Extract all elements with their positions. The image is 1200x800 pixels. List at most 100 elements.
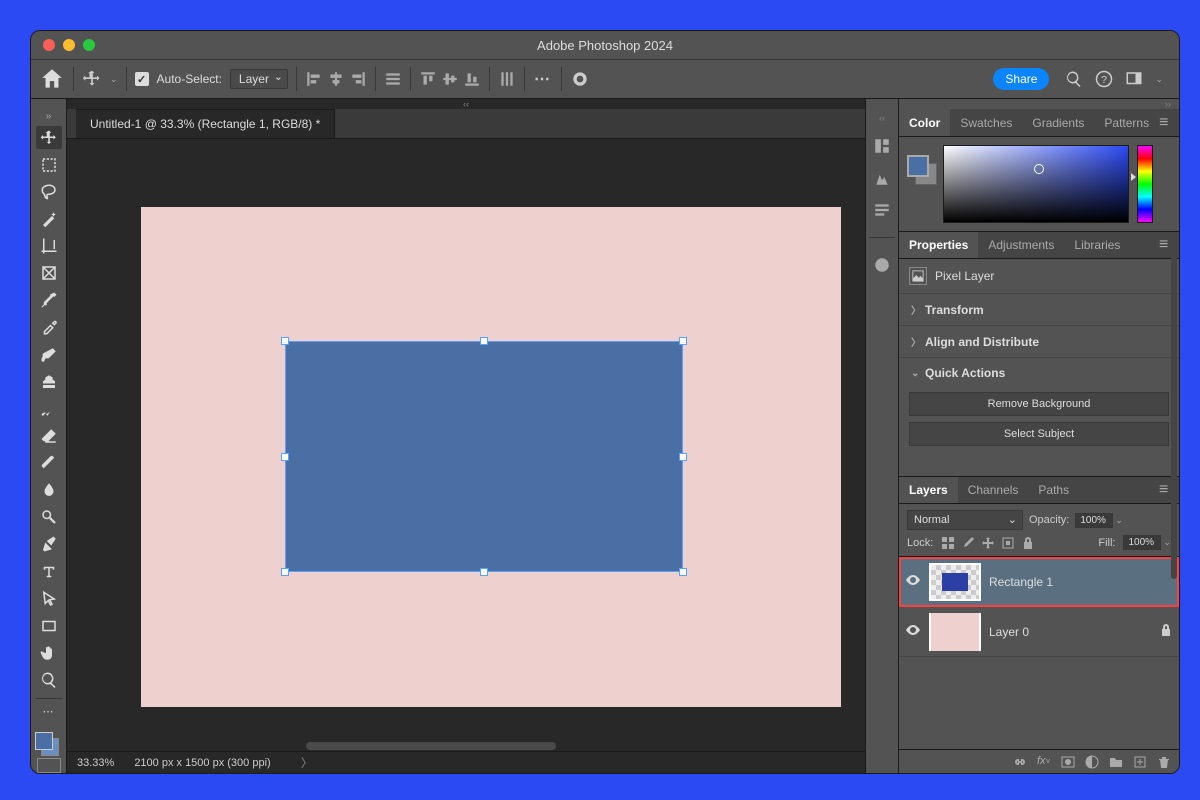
tab-swatches[interactable]: Swatches bbox=[950, 109, 1022, 136]
type-tool[interactable] bbox=[36, 560, 62, 583]
more-options-icon[interactable]: ⋯ bbox=[533, 69, 553, 89]
fill-field[interactable]: 100% bbox=[1123, 535, 1161, 550]
lock-paint-icon[interactable] bbox=[961, 536, 975, 550]
hue-pointer[interactable] bbox=[1131, 173, 1136, 181]
marquee-tool[interactable] bbox=[36, 153, 62, 176]
toolbar-expand[interactable]: » bbox=[31, 111, 67, 122]
color-panel-swatches[interactable] bbox=[907, 155, 935, 183]
align-hcenter-icon[interactable] bbox=[327, 70, 345, 88]
workspace-caret[interactable]: ⌄ bbox=[1155, 74, 1163, 85]
move-tool-icon[interactable] bbox=[82, 69, 102, 89]
distribute-v-icon[interactable] bbox=[498, 70, 516, 88]
quick-mask-toggle[interactable] bbox=[37, 758, 61, 772]
gradient-tool[interactable] bbox=[36, 452, 62, 475]
clone-stamp-tool[interactable] bbox=[36, 370, 62, 393]
collapsed-panel-2-icon[interactable] bbox=[873, 169, 891, 187]
move-tool[interactable] bbox=[36, 126, 62, 149]
healing-brush-tool[interactable] bbox=[36, 316, 62, 339]
color-cursor[interactable] bbox=[1034, 164, 1044, 174]
path-selection-tool[interactable] bbox=[36, 587, 62, 610]
share-button[interactable]: Share bbox=[993, 68, 1049, 90]
layer-row-layer-0[interactable]: Layer 0 bbox=[899, 607, 1179, 657]
align-vcenter-icon[interactable] bbox=[441, 70, 459, 88]
layer-name[interactable]: Rectangle 1 bbox=[989, 575, 1053, 589]
resize-handle-tl[interactable] bbox=[281, 337, 289, 345]
resize-handle-tr[interactable] bbox=[679, 337, 687, 345]
align-left-icon[interactable] bbox=[305, 70, 323, 88]
selected-rectangle[interactable] bbox=[285, 341, 683, 572]
resize-handle-br[interactable] bbox=[679, 568, 687, 576]
layer-thumbnail[interactable] bbox=[929, 563, 981, 601]
distribute-icon[interactable] bbox=[384, 70, 402, 88]
layer-thumbnail[interactable] bbox=[929, 613, 981, 651]
adjustment-layer-icon[interactable] bbox=[1085, 755, 1099, 769]
brush-tool[interactable] bbox=[36, 343, 62, 366]
resize-handle-bl[interactable] bbox=[281, 568, 289, 576]
auto-select-dropdown[interactable]: Layer bbox=[230, 69, 288, 89]
link-layers-icon[interactable] bbox=[1013, 755, 1027, 769]
history-brush-tool[interactable] bbox=[36, 397, 62, 420]
collapsed-panel-3-icon[interactable] bbox=[873, 201, 891, 219]
tab-layers[interactable]: Layers bbox=[899, 477, 958, 503]
hand-tool[interactable] bbox=[36, 641, 62, 664]
collapsed-panel-1-icon[interactable] bbox=[873, 137, 891, 155]
tab-properties[interactable]: Properties bbox=[899, 232, 978, 258]
collapsed-panel-4-icon[interactable] bbox=[873, 256, 891, 274]
tool-preset-caret[interactable]: ⌄ bbox=[110, 74, 118, 85]
zoom-tool[interactable] bbox=[36, 669, 62, 692]
blur-tool[interactable] bbox=[36, 479, 62, 502]
eyedropper-tool[interactable] bbox=[36, 289, 62, 312]
delete-layer-icon[interactable] bbox=[1157, 755, 1171, 769]
align-top-icon[interactable] bbox=[419, 70, 437, 88]
document-tab[interactable]: Untitled-1 @ 33.3% (Rectangle 1, RGB/8) … bbox=[76, 109, 335, 138]
home-button[interactable] bbox=[39, 68, 65, 90]
resize-handle-ml[interactable] bbox=[281, 453, 289, 461]
auto-select-checkbox[interactable]: ✓ bbox=[135, 72, 149, 86]
transform-section[interactable]: 〉Transform bbox=[899, 293, 1179, 325]
tab-channels[interactable]: Channels bbox=[958, 477, 1029, 503]
crop-tool[interactable] bbox=[36, 235, 62, 258]
tab-paths[interactable]: Paths bbox=[1028, 477, 1079, 503]
visibility-toggle[interactable] bbox=[905, 572, 921, 591]
lock-icon[interactable] bbox=[1159, 623, 1173, 640]
tab-adjustments[interactable]: Adjustments bbox=[978, 232, 1064, 258]
resize-handle-bm[interactable] bbox=[480, 568, 488, 576]
resize-handle-tm[interactable] bbox=[480, 337, 488, 345]
canvas[interactable] bbox=[141, 207, 841, 707]
new-layer-icon[interactable] bbox=[1133, 755, 1147, 769]
blend-mode-dropdown[interactable]: Normal bbox=[907, 510, 1023, 530]
align-right-icon[interactable] bbox=[349, 70, 367, 88]
color-panel-menu-icon[interactable]: ≡ bbox=[1159, 114, 1173, 132]
lock-position-icon[interactable] bbox=[981, 536, 995, 550]
3d-mode-icon[interactable] bbox=[570, 69, 590, 89]
select-subject-button[interactable]: Select Subject bbox=[909, 422, 1169, 446]
frame-tool[interactable] bbox=[36, 262, 62, 285]
tab-color[interactable]: Color bbox=[899, 109, 950, 136]
pen-tool[interactable] bbox=[36, 533, 62, 556]
hue-slider[interactable] bbox=[1137, 145, 1153, 223]
lock-all-icon[interactable] bbox=[1021, 536, 1035, 550]
remove-background-button[interactable]: Remove Background bbox=[909, 392, 1169, 416]
workspace-switcher-icon[interactable] bbox=[1125, 70, 1143, 88]
color-field[interactable] bbox=[943, 145, 1129, 223]
close-window[interactable] bbox=[43, 39, 55, 51]
zoom-level[interactable]: 33.33% bbox=[77, 757, 114, 769]
tab-patterns[interactable]: Patterns bbox=[1094, 109, 1159, 136]
dodge-tool[interactable] bbox=[36, 506, 62, 529]
minimize-window[interactable] bbox=[63, 39, 75, 51]
zoom-window[interactable] bbox=[83, 39, 95, 51]
help-icon[interactable]: ? bbox=[1095, 70, 1113, 88]
layer-row-rectangle-1[interactable]: Rectangle 1 bbox=[899, 557, 1179, 607]
panel-scrollbar[interactable] bbox=[1171, 239, 1177, 579]
align-bottom-icon[interactable] bbox=[463, 70, 481, 88]
quick-actions-section[interactable]: ⌄Quick Actions bbox=[899, 357, 1179, 388]
status-caret[interactable]: 〉 bbox=[301, 754, 313, 771]
search-icon[interactable] bbox=[1065, 70, 1083, 88]
tab-gradients[interactable]: Gradients bbox=[1022, 109, 1094, 136]
color-swatches[interactable] bbox=[35, 726, 63, 751]
tab-libraries[interactable]: Libraries bbox=[1064, 232, 1130, 258]
edit-toolbar[interactable]: ⋯ bbox=[36, 705, 62, 718]
lasso-tool[interactable] bbox=[36, 180, 62, 203]
layer-style-icon[interactable]: fx˅ bbox=[1037, 755, 1051, 769]
magic-wand-tool[interactable] bbox=[36, 207, 62, 230]
